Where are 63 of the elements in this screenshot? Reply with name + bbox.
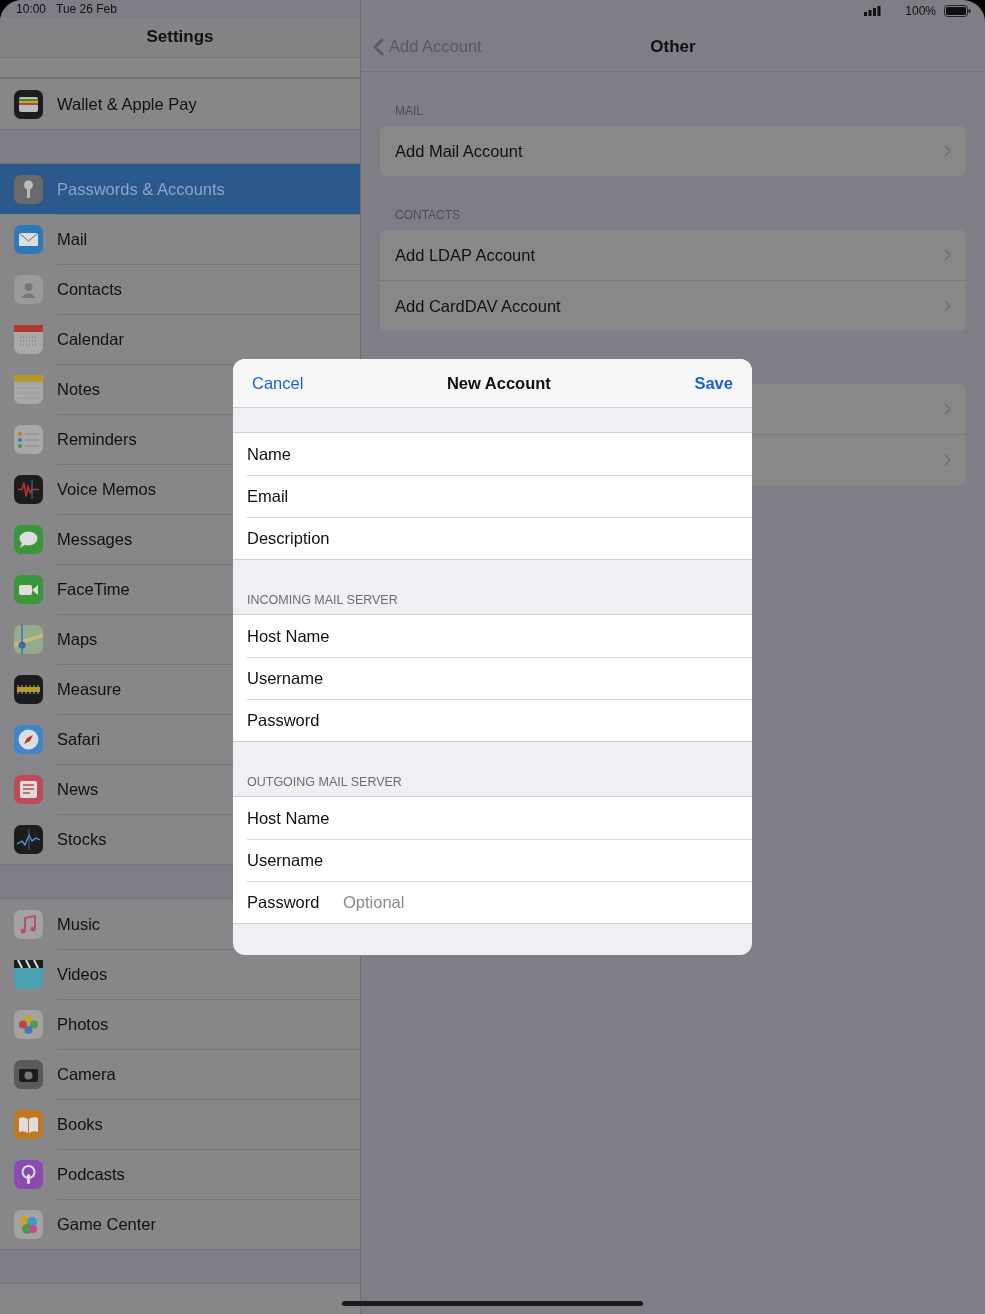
signal-icon [864,6,882,16]
compass-icon [14,724,43,754]
clapperboard-icon [14,959,43,989]
sidebar-item[interactable]: Podcasts [0,1149,360,1199]
battery-icon [944,5,971,17]
save-button[interactable]: Save [694,373,733,393]
field-label: Name [247,444,292,464]
book-icon [14,1109,43,1139]
field-label: Host Name [247,808,331,828]
music-note-icon [14,909,43,939]
video-camera-icon [14,574,43,604]
field-label: Description [247,528,331,548]
page-title: Other [650,36,696,57]
chevron-right-icon [944,300,951,312]
input-field[interactable]: Optional [343,890,738,914]
key-icon [14,174,43,204]
field-label: Password [247,892,321,912]
modal-title: New Account [446,373,551,393]
sidebar-item[interactable]: Photos [0,999,360,1049]
podcast-icon [14,1159,43,1189]
list-icon [14,424,43,454]
battery-percent: 100% [905,4,936,18]
sidebar-item[interactable]: Contacts [0,264,360,314]
contacts-icon [14,274,43,304]
status-date: Tue 26 Feb [56,1,117,16]
waveform-icon [14,474,43,504]
field-label: Username [247,668,325,688]
section-header: OUTGOING MAIL SERVER [247,775,402,789]
chevron-right-icon [944,145,951,157]
stock-chart-icon [14,824,43,854]
calendar-icon [14,324,43,354]
ruler-icon [14,674,43,704]
sidebar-title: Settings [146,27,214,48]
sidebar-item[interactable]: Mail [0,214,360,264]
field-label: Username [247,850,325,870]
field-label: Host Name [247,626,331,646]
newspaper-icon [14,774,43,804]
field-label: Password [247,710,321,730]
status-time: 10:00 [16,1,47,16]
chevron-right-icon [944,454,951,466]
notepad-icon [14,374,43,404]
list-item[interactable]: Add LDAP Account [395,245,536,265]
field-label: Email [247,486,290,506]
sidebar-item[interactable]: Calendar [0,314,360,364]
speech-bubble-icon [14,524,43,554]
chevron-left-icon [373,36,385,57]
cancel-button[interactable]: Cancel [252,373,304,393]
sidebar-item[interactable]: Wallet & Apple Pay [0,79,360,129]
flower-icon [14,1009,43,1039]
bubbles-icon [14,1209,43,1239]
chevron-right-icon [944,403,951,415]
sidebar-item[interactable]: Passwords & Accounts [0,164,360,214]
map-icon [14,624,43,654]
envelope-icon [14,224,43,254]
chevron-right-icon [944,249,951,261]
section-header: INCOMING MAIL SERVER [247,593,398,607]
list-item[interactable]: Add Mail Account [395,141,523,161]
sidebar-item[interactable]: Game Center [0,1199,360,1249]
list-item[interactable]: Add CardDAV Account [395,296,561,316]
camera-icon [14,1059,43,1089]
sidebar-item[interactable]: Camera [0,1049,360,1099]
wallet-icon [14,89,43,119]
sidebar-item[interactable]: Books [0,1099,360,1149]
